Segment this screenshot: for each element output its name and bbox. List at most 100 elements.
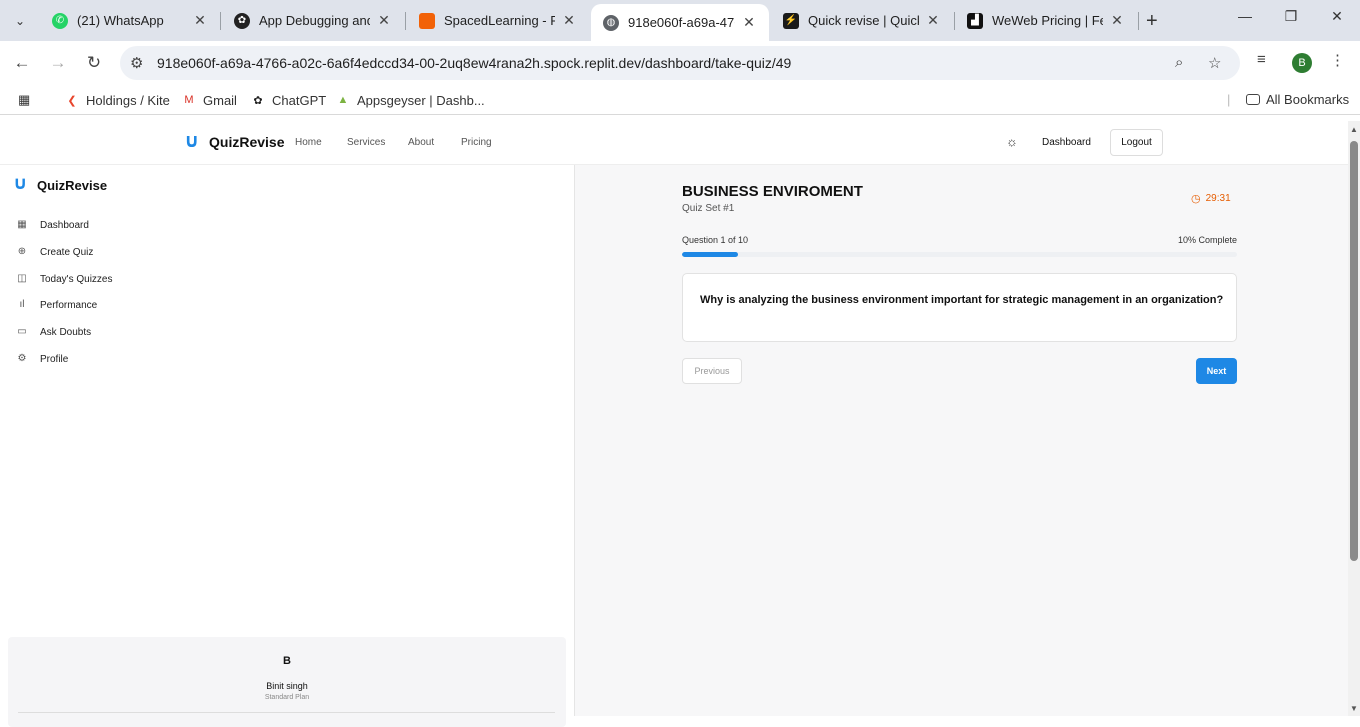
zoom-icon[interactable]: ⌕	[1175, 54, 1183, 71]
chatgpt-icon: ✿	[253, 94, 263, 107]
kite-icon: ❮	[67, 94, 77, 107]
logo-icon: ∪	[184, 130, 200, 152]
appsgeyser-icon: ▲	[337, 94, 349, 106]
sidebar: ∪ QuizRevise ▦ Dashboard ⊕ Create Quiz ◫…	[0, 165, 575, 727]
divider	[18, 712, 555, 713]
reload-icon[interactable]: ↻	[82, 51, 106, 75]
tab-spacedlearning[interactable]: SpacedLearning - Rep ✕	[407, 0, 589, 41]
page-scrollbar[interactable]: ▲ ▼	[1348, 121, 1360, 716]
user-name: Binit singh	[266, 681, 308, 691]
sidebar-item-ask-doubts[interactable]: ▭ Ask Doubts	[16, 326, 91, 338]
globe-icon: ◍	[603, 14, 619, 31]
bookmark-label: Appsgeyser | Dashb...	[357, 92, 485, 108]
previous-button[interactable]: Previous	[682, 358, 742, 384]
close-window-icon[interactable]: ✕	[1325, 8, 1349, 25]
address-bar[interactable]: ⚙ 918e060f-a69a-4766-a02c-6a6f4edccd34-0…	[120, 46, 1240, 80]
new-tab-icon[interactable]: +	[1146, 10, 1158, 33]
bookmark-appsgeyser[interactable]: ▲ Appsgeyser | Dashb...	[335, 92, 485, 108]
scroll-thumb[interactable]	[1350, 141, 1358, 561]
avatar: B	[283, 655, 291, 667]
question-card: Why is analyzing the business environmen…	[682, 273, 1237, 342]
next-button[interactable]: Next	[1196, 358, 1237, 384]
bookmarks-divider: |	[1227, 92, 1231, 107]
bolt-icon: ⚡	[783, 12, 799, 29]
nav-about[interactable]: About	[408, 137, 434, 148]
close-icon[interactable]: ✕	[376, 12, 392, 29]
bookmark-chatgpt[interactable]: ✿ ChatGPT	[250, 92, 326, 108]
bookmarks-bar: ▦ ❮ Holdings / Kite M Gmail ✿ ChatGPT ▲ …	[0, 85, 1360, 115]
sidebar-item-label: Dashboard	[40, 219, 89, 231]
weweb-icon: ▟	[967, 12, 983, 29]
app-root: ∪ QuizRevise Home Services About Pricing…	[0, 121, 1348, 727]
browser-toolbar: ← → ↻ ⚙ 918e060f-a69a-4766-a02c-6a6f4edc…	[0, 41, 1360, 85]
back-icon[interactable]: ←	[10, 51, 34, 75]
quiz-title: BUSINESS ENVIROMENT	[682, 183, 863, 200]
tab-title: Quick revise | Quick F	[808, 13, 919, 28]
nav-dashboard[interactable]: Dashboard	[1042, 137, 1091, 148]
close-icon[interactable]: ✕	[561, 12, 577, 29]
sidebar-brand: QuizRevise	[37, 178, 108, 193]
quiz-main: BUSINESS ENVIROMENT Quiz Set #1 ◷ 29:31 …	[575, 165, 1348, 716]
progress-fill	[682, 252, 738, 257]
nav-home[interactable]: Home	[295, 137, 322, 148]
user-plan: Standard Plan	[264, 694, 310, 701]
site-info-icon[interactable]: ⚙	[130, 54, 143, 72]
bookmark-gmail[interactable]: M Gmail	[181, 92, 237, 108]
tab-active-quiz[interactable]: ◍ 918e060f-a69a-4766 ✕	[591, 4, 769, 41]
tab-quick-revise[interactable]: ⚡ Quick revise | Quick F ✕	[771, 0, 953, 41]
close-icon[interactable]: ✕	[741, 14, 757, 31]
menu-icon[interactable]: ⋮	[1330, 51, 1345, 69]
url-text[interactable]: 918e060f-a69a-4766-a02c-6a6f4edccd34-00-…	[157, 55, 791, 71]
sidebar-item-dashboard[interactable]: ▦ Dashboard	[16, 219, 89, 231]
apps-icon[interactable]: ▦	[18, 92, 30, 108]
gmail-icon: M	[184, 94, 194, 106]
sidebar-item-label: Profile	[40, 353, 69, 365]
logout-button[interactable]: Logout	[1110, 129, 1163, 156]
gear-icon: ⚙	[17, 353, 27, 364]
close-icon[interactable]: ✕	[1109, 12, 1125, 29]
sidebar-item-create-quiz[interactable]: ⊕ Create Quiz	[16, 246, 94, 258]
tab-title: (21) WhatsApp	[77, 13, 164, 28]
nav-pricing[interactable]: Pricing	[461, 137, 492, 148]
tab-weweb[interactable]: ▟ WeWeb Pricing | Febr ✕	[955, 0, 1137, 41]
sidebar-item-label: Ask Doubts	[40, 326, 92, 338]
bookmark-label: ChatGPT	[272, 92, 327, 108]
scroll-up-icon[interactable]: ▲	[1350, 125, 1358, 134]
scroll-down-icon[interactable]: ▼	[1350, 704, 1358, 713]
timer-value: 29:31	[1205, 193, 1231, 204]
close-icon[interactable]: ✕	[925, 12, 941, 29]
tab-title: App Debugging and	[259, 13, 370, 28]
bookmark-kite[interactable]: ❮ Holdings / Kite	[64, 92, 170, 108]
question-text: Why is analyzing the business environmen…	[700, 294, 1224, 306]
all-bookmarks[interactable]: All Bookmarks	[1246, 92, 1349, 107]
tab-whatsapp[interactable]: ✆ (21) WhatsApp ✕	[40, 0, 220, 41]
tab-title: WeWeb Pricing | Febr	[992, 13, 1103, 28]
whatsapp-icon: ✆	[52, 12, 68, 29]
percent-complete: 10% Complete	[1177, 235, 1237, 245]
minimize-icon[interactable]: —	[1233, 8, 1257, 24]
replit-icon	[419, 12, 435, 29]
plus-circle-icon: ⊕	[17, 246, 27, 257]
clock-icon: ◷	[1191, 193, 1201, 205]
forward-icon[interactable]: →	[46, 51, 70, 75]
theme-toggle-icon[interactable]: ☼	[1006, 134, 1018, 149]
nav-services[interactable]: Services	[347, 137, 385, 148]
profile-avatar[interactable]: B	[1292, 53, 1312, 73]
nav-brand[interactable]: QuizRevise	[209, 134, 284, 150]
message-icon: ▭	[17, 326, 27, 337]
bookmark-label: Holdings / Kite	[86, 92, 170, 108]
sidebar-item-label: Create Quiz	[40, 246, 94, 258]
tab-app-debugging[interactable]: ✿ App Debugging and ✕	[222, 0, 404, 41]
bar-chart-icon: ıl	[19, 299, 25, 310]
star-icon[interactable]: ☆	[1208, 54, 1221, 72]
question-count: Question 1 of 10	[682, 235, 749, 245]
close-icon[interactable]: ✕	[192, 12, 208, 29]
sidebar-item-performance[interactable]: ıl Performance	[16, 299, 98, 311]
quiz-set: Quiz Set #1	[682, 203, 735, 214]
user-card: B Binit singh Standard Plan	[8, 637, 566, 727]
media-icon[interactable]: ≡	[1257, 51, 1266, 68]
sidebar-item-todays-quizzes[interactable]: ◫ Today's Quizzes	[16, 273, 112, 285]
tab-search-icon[interactable]: ⌄	[8, 9, 32, 33]
sidebar-item-profile[interactable]: ⚙ Profile	[16, 353, 69, 365]
restore-icon[interactable]: ❐	[1279, 8, 1303, 25]
